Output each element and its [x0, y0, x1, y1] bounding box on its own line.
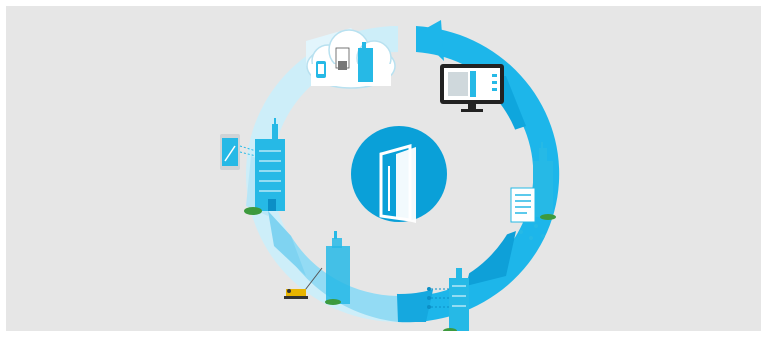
bush-icon: [325, 299, 341, 305]
diagram-canvas: [6, 6, 761, 331]
bush-icon: [244, 207, 262, 215]
crane-icon: [284, 289, 308, 299]
lifecycle-diagram: [220, 20, 560, 331]
bush-icon: [540, 214, 556, 220]
document-icon: [510, 187, 536, 223]
phone-icon: [316, 61, 326, 78]
document-icon: [335, 47, 350, 70]
tablet-icon: [220, 134, 240, 170]
building-icon: [358, 42, 373, 82]
